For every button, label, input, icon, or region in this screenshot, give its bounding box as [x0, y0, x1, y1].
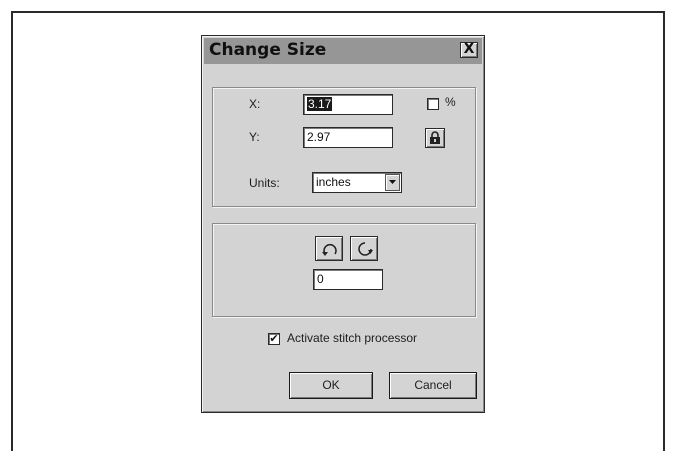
- rotate-group: 0: [212, 223, 476, 317]
- percent-checkbox[interactable]: [427, 98, 439, 110]
- rotate-clockwise-icon: [358, 242, 373, 256]
- lock-icon: [430, 131, 440, 144]
- y-label: Y:: [249, 130, 260, 144]
- rotate-left-button[interactable]: [315, 236, 343, 261]
- y-input[interactable]: 2.97: [303, 127, 393, 148]
- lock-aspect-button[interactable]: [425, 128, 445, 148]
- units-select-value: inches: [316, 175, 351, 189]
- cancel-button[interactable]: Cancel: [389, 372, 477, 399]
- percent-label: %: [445, 95, 456, 109]
- x-input[interactable]: 3.17: [303, 94, 393, 115]
- x-label: X:: [249, 97, 261, 111]
- close-button[interactable]: X: [460, 42, 478, 58]
- x-input-value: 3.17: [307, 97, 333, 111]
- rotation-angle-value: 0: [317, 272, 324, 286]
- ok-button[interactable]: OK: [289, 372, 373, 399]
- rotate-counterclockwise-icon: [322, 244, 337, 256]
- y-input-value: 2.97: [307, 130, 331, 144]
- stitch-processor-checkbox[interactable]: ✔: [268, 333, 280, 345]
- chevron-down-icon: [389, 180, 396, 184]
- stitch-processor-label[interactable]: Activate stitch processor: [287, 331, 417, 345]
- close-icon: X: [463, 41, 475, 57]
- units-select[interactable]: inches: [312, 172, 402, 193]
- units-dropdown-button[interactable]: [385, 174, 400, 191]
- size-group: X: 3.17 % Y: 2.97 Units: inches: [212, 87, 476, 207]
- title-bar[interactable]: Change Size X: [204, 38, 482, 64]
- change-size-dialog: Change Size X X: 3.17 % Y: 2.97 Units: i…: [201, 35, 485, 413]
- units-label: Units:: [249, 176, 280, 190]
- dialog-title: Change Size: [209, 40, 327, 60]
- checkmark-icon: ✔: [269, 333, 279, 345]
- cancel-button-label: Cancel: [414, 378, 452, 392]
- rotate-right-button[interactable]: [350, 236, 378, 261]
- rotation-angle-input[interactable]: 0: [313, 269, 383, 290]
- ok-button-label: OK: [322, 378, 340, 392]
